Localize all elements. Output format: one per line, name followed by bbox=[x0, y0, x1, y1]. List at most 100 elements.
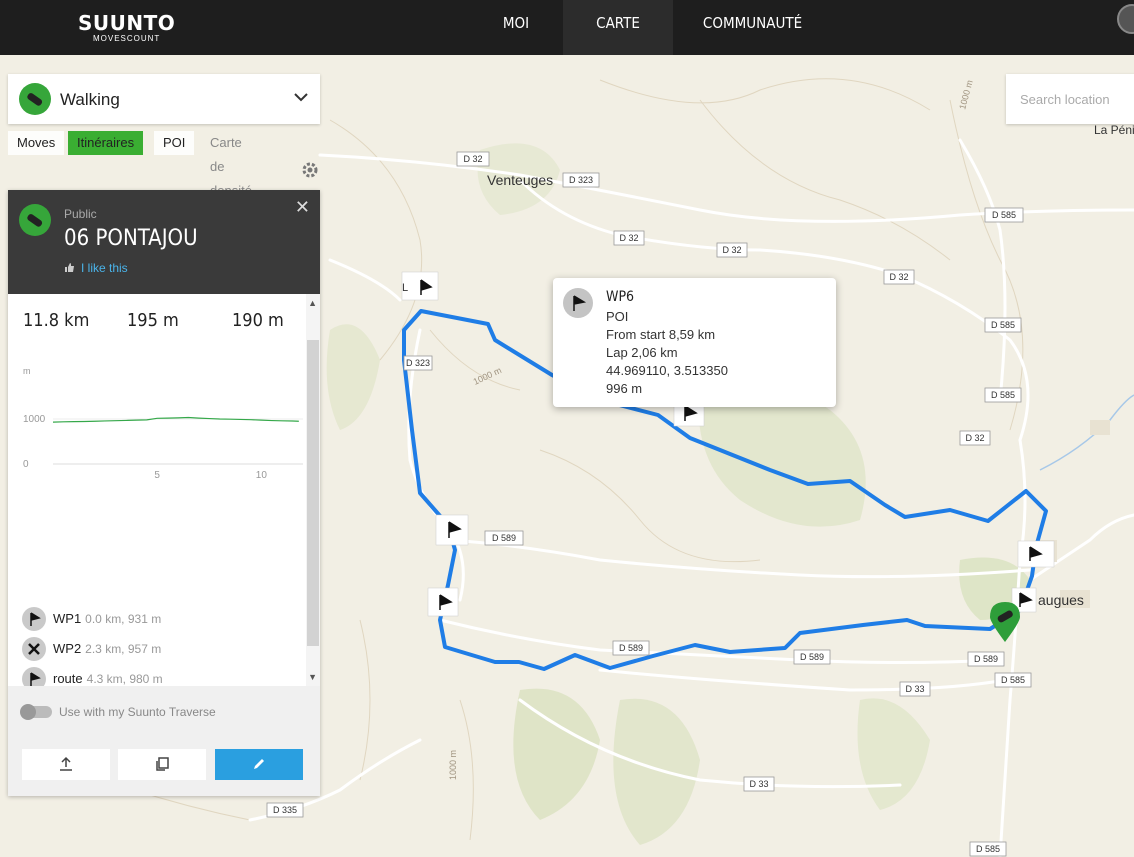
export-icon bbox=[60, 756, 72, 771]
town-label: augues bbox=[1038, 592, 1084, 608]
road-label: D 589 bbox=[492, 533, 516, 543]
stat-descent: 190 m bbox=[232, 310, 284, 331]
road-label: D 585 bbox=[976, 844, 1000, 854]
road-label: D 589 bbox=[974, 654, 998, 664]
brand-name: SUUNTO bbox=[78, 11, 176, 35]
popup-from-start: From start 8,59 km bbox=[606, 327, 716, 342]
like-button[interactable]: I like this bbox=[64, 261, 128, 275]
altitude-profile-line bbox=[52, 416, 299, 423]
altitude-chart: m 1000 0 5 10 bbox=[23, 366, 303, 481]
gear-icon[interactable] bbox=[300, 160, 320, 180]
town-label: La Péni bbox=[1094, 123, 1134, 137]
road-label: D 32 bbox=[619, 233, 638, 243]
thumbs-up-icon bbox=[65, 263, 74, 272]
chart-y-tick: 0 bbox=[23, 459, 29, 470]
traverse-label: Use with my Suunto Traverse bbox=[59, 705, 216, 719]
like-label: I like this bbox=[81, 261, 128, 275]
nav-moi[interactable]: MOI bbox=[490, 0, 542, 55]
route-detail-panel: Public 06 PONTAJOU I like this ✕ 11.8 km… bbox=[8, 190, 320, 796]
road-label: D 585 bbox=[991, 390, 1015, 400]
stat-ascent: 195 m bbox=[127, 310, 179, 331]
route-name: 06 PONTAJOU bbox=[64, 226, 198, 251]
waypoint-label: WP2 bbox=[53, 641, 82, 656]
filter-moves[interactable]: Moves bbox=[8, 131, 65, 155]
waypoint-popup: WP6 POI From start 8,59 km Lap 2,06 km 4… bbox=[553, 278, 836, 407]
chart-y-tick: 1000 bbox=[23, 414, 46, 425]
filter-itineraires[interactable]: Itinéraires bbox=[68, 131, 144, 155]
flag-icon bbox=[22, 667, 46, 686]
road-label: L bbox=[402, 282, 408, 294]
chart-x-tick: 10 bbox=[256, 470, 268, 481]
suunto-logo[interactable]: SUUNTO MOVESCOUNT bbox=[78, 11, 175, 43]
waypoint-detail: 0.0 km, 931 m bbox=[85, 612, 162, 626]
waypoint-label: WP1 bbox=[53, 611, 82, 626]
road-label: D 585 bbox=[1001, 675, 1025, 685]
popup-type: POI bbox=[606, 309, 629, 324]
town-label: Venteuges bbox=[487, 172, 553, 188]
location-search bbox=[1006, 74, 1134, 124]
brand-sub: MOVESCOUNT bbox=[92, 34, 161, 43]
road-label: D 589 bbox=[800, 652, 824, 662]
road-label: D 323 bbox=[569, 175, 593, 185]
road-label: D 585 bbox=[992, 210, 1016, 220]
walking-shoe-icon bbox=[19, 204, 51, 236]
route-details-scroll[interactable]: 11.8 km 195 m 190 m m 1000 0 5 10 WP1 0.0 km,… bbox=[8, 294, 320, 686]
filter-poi[interactable]: POI bbox=[154, 131, 195, 155]
chevron-down-icon bbox=[294, 93, 308, 102]
popup-title: WP6 bbox=[606, 289, 635, 305]
edit-button[interactable] bbox=[215, 749, 303, 780]
activity-selector[interactable]: Walking bbox=[8, 74, 320, 124]
flag-icon bbox=[563, 288, 593, 318]
traverse-toggle[interactable] bbox=[20, 704, 52, 720]
export-button[interactable] bbox=[22, 749, 110, 780]
waypoint-marker[interactable] bbox=[427, 587, 459, 617]
cross-icon bbox=[22, 637, 46, 661]
waypoint-marker[interactable] bbox=[1017, 540, 1055, 568]
waypoint-row[interactable]: WP2 2.3 km, 957 m bbox=[22, 634, 302, 664]
road-label: D 33 bbox=[905, 684, 924, 694]
waypoint-row[interactable]: WP1 0.0 km, 931 m bbox=[22, 604, 302, 634]
waypoint-name: WP1 0.0 km, 931 m bbox=[53, 611, 161, 626]
waypoint-label: route bbox=[53, 671, 83, 686]
road-label: D 32 bbox=[889, 272, 908, 282]
close-icon[interactable]: ✕ bbox=[295, 197, 310, 218]
flag-icon bbox=[22, 607, 46, 631]
walking-shoe-icon bbox=[19, 83, 51, 115]
road-label: D 589 bbox=[619, 643, 643, 653]
waypoint-detail: 2.3 km, 957 m bbox=[85, 642, 162, 656]
route-header: Public 06 PONTAJOU I like this ✕ bbox=[8, 190, 320, 294]
search-input[interactable] bbox=[1006, 74, 1134, 124]
route-visibility: Public bbox=[64, 207, 97, 221]
chart-x-tick: 5 bbox=[154, 470, 160, 481]
road-label: D 32 bbox=[722, 245, 741, 255]
road-label: D 32 bbox=[965, 433, 984, 443]
copy-icon bbox=[156, 757, 169, 771]
waypoint-marker[interactable] bbox=[435, 514, 469, 546]
activity-label: Walking bbox=[60, 90, 120, 109]
popup-coords: 44.969110, 3.513350 bbox=[606, 363, 728, 378]
stat-distance: 11.8 km bbox=[23, 310, 90, 331]
copy-button[interactable] bbox=[118, 749, 206, 780]
road-label: D 323 bbox=[406, 358, 430, 368]
route-actions: Use with my Suunto Traverse bbox=[8, 686, 320, 796]
waypoint-name: route 4.3 km, 980 m bbox=[53, 671, 163, 686]
scrollbar[interactable]: ▲ ▼ bbox=[306, 294, 320, 686]
scroll-up-icon[interactable]: ▲ bbox=[308, 298, 317, 308]
chart-unit-label: m bbox=[23, 366, 31, 376]
waypoint-name: WP2 2.3 km, 957 m bbox=[53, 641, 161, 656]
waypoint-marker[interactable]: L bbox=[401, 271, 439, 301]
edit-icon bbox=[254, 759, 264, 769]
road-label: D 32 bbox=[463, 154, 482, 164]
scrollbar-thumb[interactable] bbox=[307, 340, 319, 646]
nav-carte[interactable]: CARTE bbox=[563, 0, 673, 55]
top-navigation-bar: SUUNTO MOVESCOUNT MOI CARTE COMMUNAUTÉ bbox=[0, 0, 1134, 55]
filter-carte-densite[interactable]: Carte de densité bbox=[201, 131, 261, 198]
road-label: D 335 bbox=[273, 805, 297, 815]
road-label: D 33 bbox=[749, 779, 768, 789]
contour-label: 1000 m bbox=[448, 750, 458, 780]
popup-altitude: 996 m bbox=[606, 381, 643, 396]
waypoint-row[interactable]: route 4.3 km, 980 m bbox=[22, 664, 302, 686]
scroll-down-icon[interactable]: ▼ bbox=[308, 672, 317, 682]
user-avatar[interactable] bbox=[1117, 4, 1134, 34]
nav-communaute[interactable]: COMMUNAUTÉ bbox=[690, 0, 815, 55]
